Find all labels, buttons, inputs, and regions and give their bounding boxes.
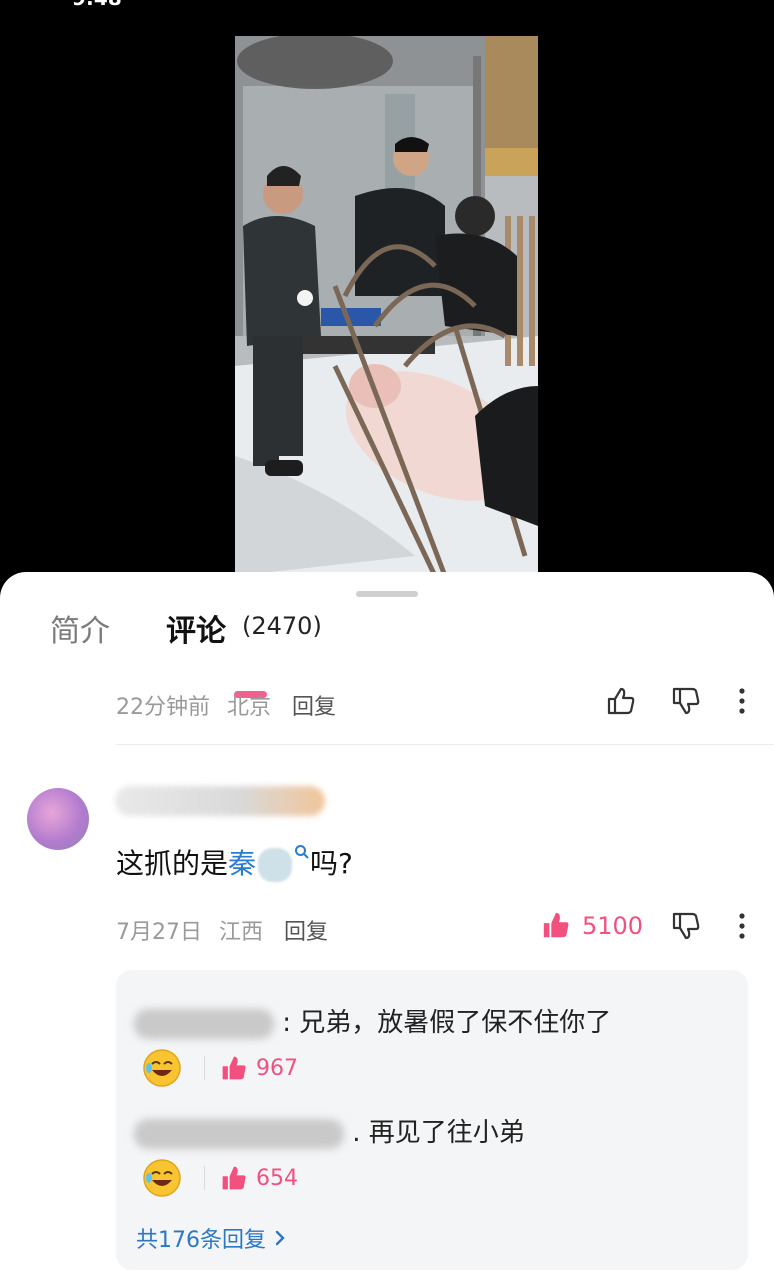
reply-like-count: 967 bbox=[256, 1055, 298, 1081]
comment-text: 这抓的是秦 吗? bbox=[116, 842, 353, 882]
reply-like-button[interactable]: 654 bbox=[220, 1164, 298, 1192]
reply-item[interactable]: : 兄弟，放暑假了保不住你了 bbox=[134, 1002, 611, 1039]
comment-divider bbox=[116, 744, 774, 745]
more-vertical-icon[interactable] bbox=[738, 912, 746, 940]
thumb-up-filled-icon[interactable] bbox=[541, 910, 571, 940]
laughing-emoji-icon[interactable] bbox=[142, 1048, 182, 1088]
comment-search-link[interactable]: 秦 bbox=[228, 847, 256, 880]
replies-box: : 兄弟，放暑假了保不住你了 967 . 再见了往小弟 654 共176条回复 bbox=[116, 970, 748, 1270]
comment-date: 7月27日 bbox=[116, 920, 202, 945]
chevron-right-icon bbox=[275, 1230, 285, 1246]
laughing-emoji-icon[interactable] bbox=[142, 1158, 182, 1198]
thumb-up-filled-icon bbox=[222, 1056, 246, 1080]
avatar[interactable] bbox=[27, 788, 89, 850]
status-bar: 9:48 bbox=[0, 0, 774, 10]
more-vertical-icon[interactable] bbox=[738, 687, 746, 715]
previous-comment-location: 北京 bbox=[227, 695, 272, 720]
reply-like-button[interactable]: 967 bbox=[220, 1054, 298, 1082]
comment-username-blurred[interactable] bbox=[115, 786, 325, 816]
comments-count: (2470) bbox=[242, 612, 322, 640]
blurred-chip bbox=[258, 848, 293, 882]
comment-like-count: 5100 bbox=[582, 912, 644, 940]
reply-text: . 再见了往小弟 bbox=[352, 1118, 525, 1148]
video-player[interactable] bbox=[235, 36, 538, 576]
previous-comment-time: 22分钟前 bbox=[116, 695, 210, 720]
thumb-up-filled-icon bbox=[222, 1166, 246, 1190]
screen: 9:48 bbox=[0, 0, 774, 1280]
reply-separator bbox=[204, 1056, 205, 1080]
drag-handle[interactable] bbox=[356, 591, 418, 597]
reply-username-blurred[interactable] bbox=[134, 1008, 274, 1039]
thumb-down-icon[interactable] bbox=[670, 910, 702, 942]
comment-reply-button[interactable]: 回复 bbox=[284, 920, 328, 945]
thumb-down-icon[interactable] bbox=[670, 685, 702, 717]
reply-item[interactable]: . 再见了往小弟 bbox=[134, 1112, 525, 1149]
previous-comment-reply-button[interactable]: 回复 bbox=[292, 695, 336, 720]
view-all-replies-link[interactable]: 共176条回复 bbox=[136, 1222, 286, 1254]
comment-text-suffix: 吗? bbox=[310, 847, 353, 880]
video-frame-illustration bbox=[235, 36, 538, 576]
previous-comment-meta: 22分钟前 北京 回复 bbox=[116, 689, 336, 721]
reply-separator bbox=[204, 1166, 205, 1190]
reply-username-blurred[interactable] bbox=[134, 1118, 344, 1149]
tab-intro[interactable]: 简介 bbox=[50, 606, 110, 650]
tab-comments[interactable]: 评论 bbox=[166, 606, 226, 650]
comment-meta: 7月27日 江西 回复 bbox=[116, 914, 328, 946]
thumb-up-icon[interactable] bbox=[605, 685, 637, 717]
comment-location: 江西 bbox=[219, 920, 264, 945]
reply-text: : 兄弟，放暑假了保不住你了 bbox=[282, 1008, 612, 1038]
status-time: 9:48 bbox=[72, 0, 122, 10]
tab-bar: 简介 评论 (2470) bbox=[0, 602, 774, 698]
comment-text-prefix: 这抓的是 bbox=[116, 847, 229, 880]
search-icon[interactable] bbox=[294, 844, 310, 860]
reply-like-count: 654 bbox=[256, 1165, 298, 1191]
total-replies-label: 共176条回复 bbox=[136, 1228, 266, 1253]
